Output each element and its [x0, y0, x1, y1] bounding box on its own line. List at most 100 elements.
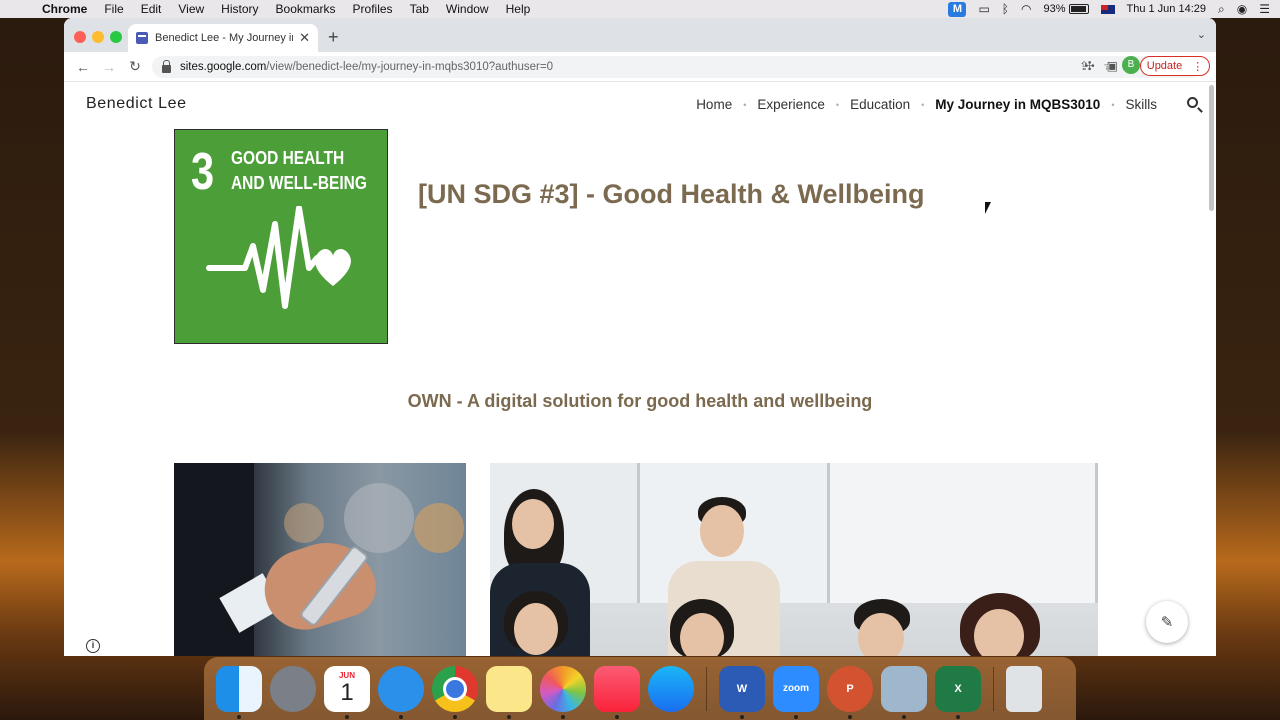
browser-tab-active[interactable]: Benedict Lee - My Journey in MQBS3010 ✕: [128, 24, 318, 52]
menu-view[interactable]: View: [178, 2, 204, 16]
close-tab-icon[interactable]: ✕: [299, 30, 310, 46]
menu-profiles[interactable]: Profiles: [353, 2, 393, 16]
reload-button[interactable]: ↻: [124, 58, 146, 75]
menu-edit[interactable]: Edit: [141, 2, 162, 16]
browser-toolbar: ← → ↻ sites.google.com/view/benedict-lee…: [64, 52, 1216, 82]
edit-pencil-button[interactable]: ✎: [1146, 601, 1188, 643]
chrome-app-icon[interactable]: [432, 665, 478, 719]
menu-window[interactable]: Window: [446, 2, 489, 16]
spotlight-search-icon[interactable]: ⌕: [1218, 2, 1225, 17]
extension-area: ✣ ▣: [1085, 59, 1118, 73]
excel-app-icon[interactable]: X: [935, 665, 981, 719]
trash-icon[interactable]: [1006, 665, 1042, 712]
close-window-button[interactable]: [74, 31, 86, 43]
dock-separator: [993, 666, 994, 711]
heartbeat-heart-icon: [206, 206, 351, 309]
battery-percentage: 93%: [1043, 3, 1066, 15]
back-button[interactable]: ←: [72, 59, 94, 75]
extensions-puzzle-icon[interactable]: ✣: [1085, 59, 1095, 73]
new-tab-button[interactable]: +: [328, 27, 339, 48]
bluetooth-icon[interactable]: ᛒ: [1002, 2, 1009, 16]
site-navigation: Home • Experience • Education • My Journ…: [693, 97, 1160, 112]
menu-help[interactable]: Help: [506, 2, 531, 16]
wifi-icon[interactable]: ◠: [1021, 2, 1031, 16]
url-host: sites.google.com: [180, 61, 267, 73]
photos-app-icon[interactable]: [540, 665, 586, 719]
macos-dock: JUN 1 W zoom P X: [204, 657, 1076, 720]
site-search-button[interactable]: [1187, 95, 1198, 111]
photo-bokeh: [414, 503, 464, 553]
macos-menubar: Chrome File Edit View History Bookmarks …: [0, 0, 1280, 18]
minimize-window-button[interactable]: [92, 31, 104, 43]
photo-bokeh: [344, 483, 414, 553]
address-bar[interactable]: sites.google.com/view/benedict-lee/my-jo…: [152, 56, 1202, 78]
tab-title: Benedict Lee - My Journey in MQBS3010: [155, 32, 293, 44]
menu-file[interactable]: File: [104, 2, 123, 16]
update-label: Update: [1146, 60, 1183, 72]
menu-bookmarks[interactable]: Bookmarks: [276, 2, 336, 16]
music-app-icon[interactable]: [594, 665, 640, 719]
airplay-icon[interactable]: ▭: [978, 2, 989, 16]
nav-link-education[interactable]: Education: [847, 97, 913, 112]
page-headline: [UN SDG #3] - Good Health & Wellbeing: [418, 179, 925, 209]
sdg3-logo-image: 3 GOOD HEALTH AND WELL-BEING: [174, 129, 388, 344]
input-source-flag-icon[interactable]: [1100, 4, 1115, 14]
side-panel-icon[interactable]: ▣: [1107, 59, 1118, 73]
sdg-title-line1: GOOD HEALTH: [231, 148, 345, 168]
battery-status[interactable]: 93%: [1043, 3, 1089, 15]
url-path: /view/benedict-lee/my-journey-in-mqbs301…: [266, 61, 553, 73]
team-group-photo: [490, 463, 1098, 656]
section-subheading-text: OWN - A digital solution for good health…: [407, 391, 873, 411]
menu-app-name[interactable]: Chrome: [42, 2, 87, 16]
more-menu-icon: ⋮: [1192, 60, 1204, 73]
search-icon: [1187, 97, 1198, 108]
battery-icon: [1068, 4, 1089, 14]
nav-link-home[interactable]: Home: [693, 97, 735, 112]
site-info-icon[interactable]: i: [86, 639, 100, 653]
maestro-app-icon[interactable]: M: [948, 1, 967, 17]
nav-separator: •: [1111, 99, 1115, 110]
zoom-label: zoom: [782, 683, 810, 694]
fullscreen-window-button[interactable]: [110, 31, 122, 43]
nav-separator: •: [835, 99, 840, 110]
section-subheading: OWN - A digital solution for good health…: [64, 391, 1216, 412]
google-sites-favicon-icon: [136, 32, 148, 44]
nav-link-experience[interactable]: Experience: [754, 97, 828, 112]
excel-letter: X: [954, 682, 962, 695]
update-button[interactable]: Update ⋮: [1140, 56, 1210, 76]
menu-history[interactable]: History: [221, 2, 258, 16]
nav-link-skills[interactable]: Skills: [1122, 97, 1160, 112]
notes-app-icon[interactable]: [486, 665, 532, 719]
nav-separator: •: [921, 99, 925, 110]
siri-icon[interactable]: ◉: [1237, 2, 1247, 16]
menu-tab[interactable]: Tab: [410, 2, 429, 16]
site-brand-title[interactable]: Benedict Lee: [86, 95, 187, 113]
site-page: Benedict Lee Home • Experience • Educati…: [64, 83, 1216, 656]
preview-app-icon[interactable]: [881, 665, 927, 719]
powerpoint-app-icon[interactable]: P: [827, 665, 873, 719]
sdg-title-line2: AND WELL-BEING: [231, 173, 367, 193]
control-center-icon[interactable]: ☰: [1259, 2, 1270, 16]
tab-search-chevron-icon[interactable]: ⌄: [1197, 28, 1206, 41]
app-store-icon[interactable]: [648, 665, 694, 712]
page-scrollbar[interactable]: [1209, 85, 1214, 211]
zoom-app-icon[interactable]: zoom: [773, 665, 819, 719]
safari-app-icon[interactable]: [378, 665, 424, 719]
menubar-clock[interactable]: Thu 1 Jun 14:29: [1127, 3, 1207, 15]
profile-avatar[interactable]: B: [1122, 56, 1140, 74]
pencil-icon: ✎: [1160, 614, 1174, 631]
phone-in-hand-photo: [174, 463, 466, 656]
powerpoint-letter: P: [846, 682, 854, 695]
lock-icon[interactable]: [162, 60, 171, 73]
finder-app-icon[interactable]: [216, 665, 262, 719]
word-app-icon[interactable]: W: [719, 665, 765, 719]
mouse-cursor-icon: [985, 202, 991, 214]
word-letter: W: [736, 682, 748, 695]
calendar-app-icon[interactable]: JUN 1: [324, 665, 370, 719]
forward-button[interactable]: →: [98, 59, 120, 75]
menubar-status-area: M ▭ ᛒ ◠ 93% Thu 1 Jun 14:29 ⌕ ◉ ☰: [948, 0, 1270, 18]
nav-separator: •: [743, 99, 747, 110]
nav-link-my-journey[interactable]: My Journey in MQBS3010: [932, 97, 1103, 112]
launchpad-app-icon[interactable]: [270, 665, 316, 712]
browser-window: Benedict Lee - My Journey in MQBS3010 ✕ …: [64, 18, 1216, 656]
